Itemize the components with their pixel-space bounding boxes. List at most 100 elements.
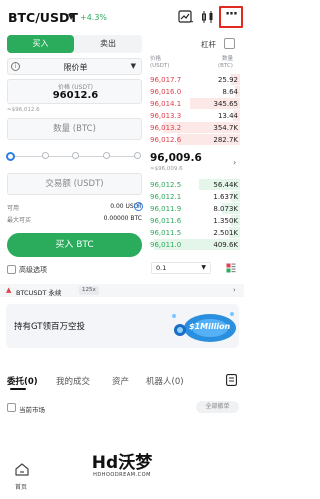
bid-price: 96,011.5 — [150, 229, 182, 237]
slider-step-50[interactable] — [70, 150, 81, 161]
chevron-right-icon[interactable]: › — [233, 158, 236, 167]
buy-sell-tabs: 买入 卖出 — [7, 35, 142, 53]
header: BTC/USDT ▼ +4.3% ··· — [0, 0, 244, 36]
price-input-value[interactable]: 96012.6 — [8, 90, 143, 101]
bid-row[interactable]: 96,011.6 1.350K — [150, 215, 240, 226]
chevron-right-icon: › — [233, 286, 236, 294]
bid-price: 96,012.5 — [150, 181, 182, 189]
ask-row[interactable]: 96,017.7 25.92 — [150, 74, 240, 85]
advanced-options-label: 高级选项 — [19, 266, 47, 274]
orderbook-view-icon[interactable] — [226, 263, 236, 273]
bid-quantity: 2.501K — [213, 229, 238, 237]
ask-row[interactable]: 96,014.1 345.65 — [150, 98, 240, 109]
bid-quantity: 1.350K — [213, 217, 238, 225]
perpetual-label: BTCUSDT 永续 — [16, 289, 62, 297]
advanced-options-checkbox[interactable] — [7, 265, 16, 274]
tab-assets[interactable]: 资产 — [112, 375, 129, 387]
order-type-select[interactable]: i 限价单 ▼ — [7, 58, 142, 75]
pair-dropdown-icon[interactable]: ▼ — [68, 12, 74, 21]
home-icon[interactable] — [14, 462, 30, 476]
depth-precision-select[interactable]: 0.1 ▼ — [151, 262, 211, 274]
tab-orders[interactable]: 委托(0) — [7, 375, 38, 387]
ask-row[interactable]: 96,013.2 354.7K — [150, 122, 240, 133]
quantity-input[interactable]: 数量 (BTC) — [7, 118, 142, 140]
candlestick-icon[interactable] — [200, 10, 216, 24]
promo-banner[interactable]: 持有GT领百万空投 $1Million — [6, 304, 239, 348]
current-market-checkbox[interactable] — [7, 403, 16, 412]
ask-row[interactable]: 96,013.3 13.44 — [150, 110, 240, 121]
slider-handle[interactable] — [6, 152, 15, 161]
ask-price: 96,012.6 — [150, 136, 182, 144]
orderbook-price-header: 价格 (USDT) — [150, 56, 170, 69]
tab-my-trades[interactable]: 我的成交 — [56, 375, 90, 387]
tab-buy[interactable]: 买入 — [7, 35, 74, 53]
tab-sell[interactable]: 卖出 — [74, 35, 142, 53]
bid-price: 96,011.6 — [150, 217, 182, 225]
ask-price: 96,013.3 — [150, 112, 182, 120]
deposit-plus-icon[interactable]: + — [134, 202, 143, 211]
ask-price: 96,013.2 — [150, 124, 182, 132]
order-history-icon[interactable] — [226, 374, 237, 386]
leverage-label: 杠杆 — [201, 40, 216, 49]
order-type-label: 限价单 — [63, 63, 88, 72]
nav-home-label[interactable]: 首页 — [15, 482, 27, 491]
mid-price: 96,009.6 — [150, 152, 202, 164]
ask-quantity: 13.44 — [217, 112, 238, 120]
ask-price: 96,014.1 — [150, 100, 182, 108]
bid-row[interactable]: 96,011.5 2.501K — [150, 227, 240, 238]
bid-row[interactable]: 96,012.1 1.637K — [150, 191, 240, 202]
price-approx: ≈$96,012.6 — [7, 107, 40, 113]
orderbook-qty-header: 数量 (BTC) — [218, 56, 233, 69]
ask-quantity: 282.7K — [213, 136, 238, 144]
chevron-down-icon: ▼ — [201, 264, 206, 271]
bid-quantity: 8.073K — [213, 205, 238, 213]
watermark-sub: HDHOODREAM.COM — [93, 472, 151, 478]
ask-row[interactable]: 96,016.0 8.64 — [150, 86, 240, 97]
bid-price: 96,011.0 — [150, 241, 182, 249]
tab-bots[interactable]: 机器人(0) — [146, 375, 184, 387]
watermark-logo: Hd沃梦 HDHOODREAM.COM — [76, 448, 168, 493]
bid-row[interactable]: 96,011.0 409.6K — [150, 239, 240, 250]
more-icon: ··· — [225, 7, 238, 22]
ask-quantity: 345.65 — [213, 100, 239, 108]
leverage-badge: 125x — [79, 286, 99, 295]
ask-row[interactable]: 96,012.6 282.7K — [150, 134, 240, 145]
ask-quantity: 8.64 — [222, 88, 238, 96]
chevron-down-icon: ▼ — [130, 62, 136, 70]
ask-quantity: 354.7K — [213, 124, 238, 132]
promo-text: 持有GT领百万空投 — [14, 322, 85, 332]
available-label: 可用 — [7, 205, 20, 212]
bid-row[interactable]: 96,012.5 56.44K — [150, 179, 240, 190]
ask-price: 96,017.7 — [150, 76, 182, 84]
chart-icon[interactable] — [178, 10, 194, 24]
total-input[interactable]: 交易额 (USDT) — [7, 173, 142, 195]
promo-art-text: $1Million — [189, 322, 231, 331]
slider-step-75[interactable] — [101, 150, 112, 161]
slider-step-100[interactable] — [132, 150, 143, 161]
bid-quantity: 1.637K — [213, 193, 238, 201]
leverage-checkbox[interactable] — [224, 38, 235, 49]
max-buy-label: 最大可买 — [7, 217, 32, 224]
ask-price: 96,016.0 — [150, 88, 182, 96]
perpetual-link[interactable]: ▲ BTCUSDT 永续 125x › — [0, 284, 244, 297]
cancel-all-button[interactable]: 全部撤单 — [196, 401, 239, 413]
bid-price: 96,012.1 — [150, 193, 182, 201]
bid-price: 96,011.9 — [150, 205, 182, 213]
orders-tabs: 委托(0) 我的成交 资产 机器人(0) — [0, 370, 244, 390]
buy-btc-button[interactable]: 买入 BTC — [7, 233, 142, 257]
ask-quantity: 25.92 — [217, 76, 238, 84]
depth-precision-value: 0.1 — [156, 264, 167, 272]
bid-row[interactable]: 96,011.9 8.073K — [150, 203, 240, 214]
max-buy-value: 0.00000 BTC — [103, 215, 142, 222]
more-options-button[interactable]: ··· — [219, 6, 243, 28]
watermark-main: Hd沃梦 — [91, 453, 153, 473]
bid-quantity: 409.6K — [213, 241, 238, 249]
price-input[interactable]: 价格 (USDT) 96012.6 — [7, 79, 142, 104]
mid-price-approx: ≈$96,009.6 — [150, 166, 183, 172]
price-change: +4.3% — [80, 13, 108, 22]
active-tab-indicator — [10, 388, 26, 390]
fire-icon: ▲ — [6, 286, 12, 294]
bid-quantity: 56.44K — [213, 181, 238, 189]
current-market-label: 当前市场 — [19, 406, 45, 414]
slider-step-25[interactable] — [40, 150, 51, 161]
